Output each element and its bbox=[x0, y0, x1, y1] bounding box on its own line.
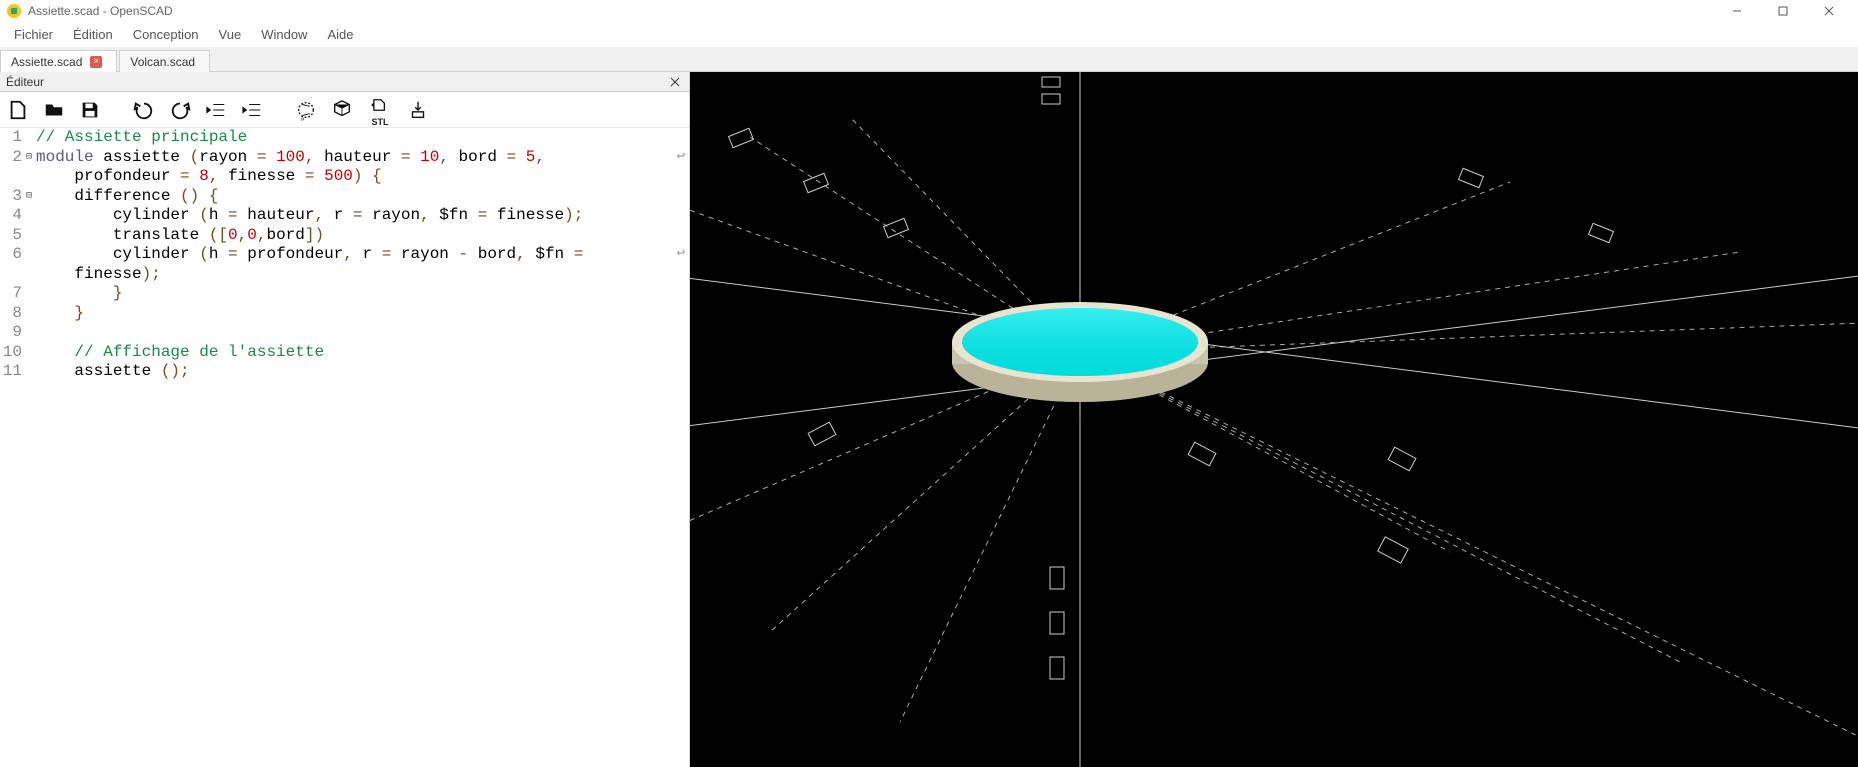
menu-edition[interactable]: Édition bbox=[63, 23, 123, 46]
code-line[interactable] bbox=[36, 323, 689, 343]
menu-conception[interactable]: Conception bbox=[123, 23, 209, 46]
code-line[interactable]: } bbox=[36, 304, 689, 324]
code-line[interactable]: difference () { bbox=[36, 187, 689, 207]
preview-icon[interactable]: » bbox=[294, 98, 318, 122]
close-panel-button[interactable] bbox=[667, 74, 683, 90]
code-line[interactable]: translate ([0,0,bord]) bbox=[36, 226, 689, 246]
tab-label: Volcan.scad bbox=[130, 55, 195, 69]
code-line[interactable]: module assiette (rayon = 100, hauteur = … bbox=[36, 148, 689, 168]
send-3d-icon[interactable] bbox=[406, 98, 430, 122]
new-file-icon[interactable] bbox=[6, 98, 30, 122]
maximize-button[interactable] bbox=[1760, 0, 1806, 22]
redo-icon[interactable] bbox=[168, 98, 192, 122]
window-title: Assiette.scad - OpenSCAD bbox=[28, 4, 173, 18]
close-tab-button[interactable] bbox=[90, 56, 102, 68]
code-line[interactable]: // Affichage de l'assiette bbox=[36, 343, 689, 363]
save-file-icon[interactable] bbox=[78, 98, 102, 122]
menu-bar: Fichier Édition Conception Vue Window Ai… bbox=[0, 22, 1858, 48]
rendered-plate bbox=[952, 302, 1208, 402]
code-editor[interactable]: 1234567891011 ⊟⊟ // Assiette principalem… bbox=[0, 128, 689, 767]
editor-toolbar: » STL bbox=[0, 92, 689, 128]
code-line[interactable]: } bbox=[36, 284, 689, 304]
menu-vue[interactable]: Vue bbox=[209, 23, 252, 46]
code-line[interactable]: assiette (); bbox=[36, 362, 689, 382]
open-file-icon[interactable] bbox=[42, 98, 66, 122]
code-line[interactable]: cylinder (h = profondeur, r = rayon - bo… bbox=[36, 245, 689, 265]
code-line[interactable]: profondeur = 8, finesse = 500) { bbox=[36, 167, 689, 187]
code-line[interactable]: finesse); bbox=[36, 265, 689, 285]
title-bar: Assiette.scad - OpenSCAD bbox=[0, 0, 1858, 22]
menu-fichier[interactable]: Fichier bbox=[4, 23, 63, 46]
line-number-gutter: 1234567891011 bbox=[0, 128, 26, 767]
stl-label: STL bbox=[372, 117, 389, 127]
undo-icon[interactable] bbox=[132, 98, 156, 122]
editor-panel-title: Éditeur bbox=[6, 75, 44, 89]
close-window-button[interactable] bbox=[1806, 0, 1852, 22]
svg-text:»: » bbox=[301, 114, 305, 121]
tab-assiette[interactable]: Assiette.scad bbox=[0, 50, 117, 72]
editor-pane: Éditeur bbox=[0, 72, 690, 767]
editor-panel-header: Éditeur bbox=[0, 72, 689, 92]
3d-viewport[interactable] bbox=[690, 72, 1858, 767]
unindent-icon[interactable] bbox=[204, 98, 228, 122]
tab-label: Assiette.scad bbox=[11, 55, 82, 69]
render-icon[interactable] bbox=[330, 98, 354, 122]
code-line[interactable]: // Assiette principale bbox=[36, 128, 689, 148]
indent-icon[interactable] bbox=[240, 98, 264, 122]
tab-volcan[interactable]: Volcan.scad bbox=[119, 50, 210, 72]
app-icon bbox=[6, 3, 22, 19]
code-text[interactable]: // Assiette principalemodule assiette (r… bbox=[36, 128, 689, 767]
file-tab-bar: Assiette.scad Volcan.scad bbox=[0, 48, 1858, 72]
wrap-indicator-icon: ↩ bbox=[677, 148, 685, 168]
code-line[interactable]: cylinder (h = hauteur, r = rayon, $fn = … bbox=[36, 206, 689, 226]
minimize-button[interactable] bbox=[1714, 0, 1760, 22]
export-stl-icon[interactable]: STL bbox=[366, 98, 394, 122]
wrap-indicator-icon: ↩ bbox=[677, 245, 685, 265]
main-split: Éditeur bbox=[0, 72, 1858, 767]
fold-gutter[interactable]: ⊟⊟ bbox=[26, 128, 36, 767]
menu-aide[interactable]: Aide bbox=[317, 23, 363, 46]
menu-window[interactable]: Window bbox=[251, 23, 317, 46]
